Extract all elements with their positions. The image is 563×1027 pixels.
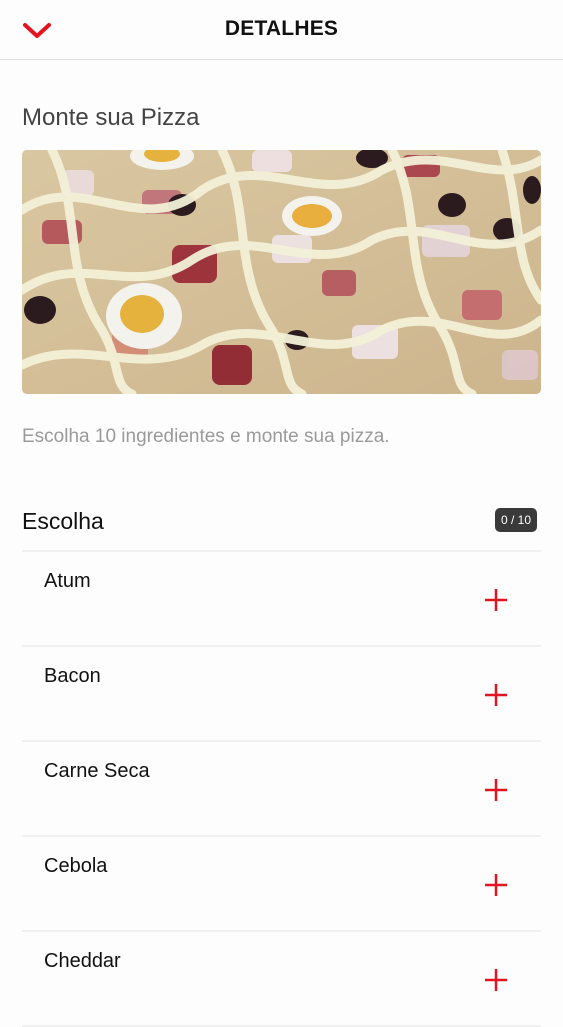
ingredient-name: Carne Seca xyxy=(44,760,150,782)
product-title: Monte sua Pizza xyxy=(22,104,200,131)
header-bar: DETALHES xyxy=(0,0,563,60)
list-item-cebola[interactable]: Cebola xyxy=(22,837,541,932)
plus-icon xyxy=(485,969,507,991)
selection-counter-badge: 0 / 10 xyxy=(495,508,537,532)
add-ingredient-button[interactable] xyxy=(482,776,510,804)
add-ingredient-button[interactable] xyxy=(482,586,510,614)
plus-icon xyxy=(485,684,507,706)
section-title: Escolha xyxy=(22,508,104,534)
list-item-cheddar[interactable]: Cheddar xyxy=(22,932,541,1027)
plus-icon xyxy=(485,874,507,896)
plus-icon xyxy=(485,779,507,801)
ingredient-name: Bacon xyxy=(44,665,101,687)
add-ingredient-button[interactable] xyxy=(482,966,510,994)
ingredient-name: Cheddar xyxy=(44,950,121,972)
product-description: Escolha 10 ingredientes e monte sua pizz… xyxy=(22,426,390,447)
list-item-bacon[interactable]: Bacon xyxy=(22,647,541,742)
page-title: DETALHES xyxy=(224,17,339,40)
ingredient-list: Atum Bacon Carne Seca Cebola Cheddar xyxy=(22,552,541,1027)
ingredient-name: Atum xyxy=(44,570,91,592)
ingredient-name: Cebola xyxy=(44,855,108,877)
add-ingredient-button[interactable] xyxy=(482,681,510,709)
plus-icon xyxy=(485,589,507,611)
pizza-image xyxy=(22,150,541,394)
list-item-carne-seca[interactable]: Carne Seca xyxy=(22,742,541,837)
list-item-atum[interactable]: Atum xyxy=(22,552,541,647)
add-ingredient-button[interactable] xyxy=(482,871,510,899)
